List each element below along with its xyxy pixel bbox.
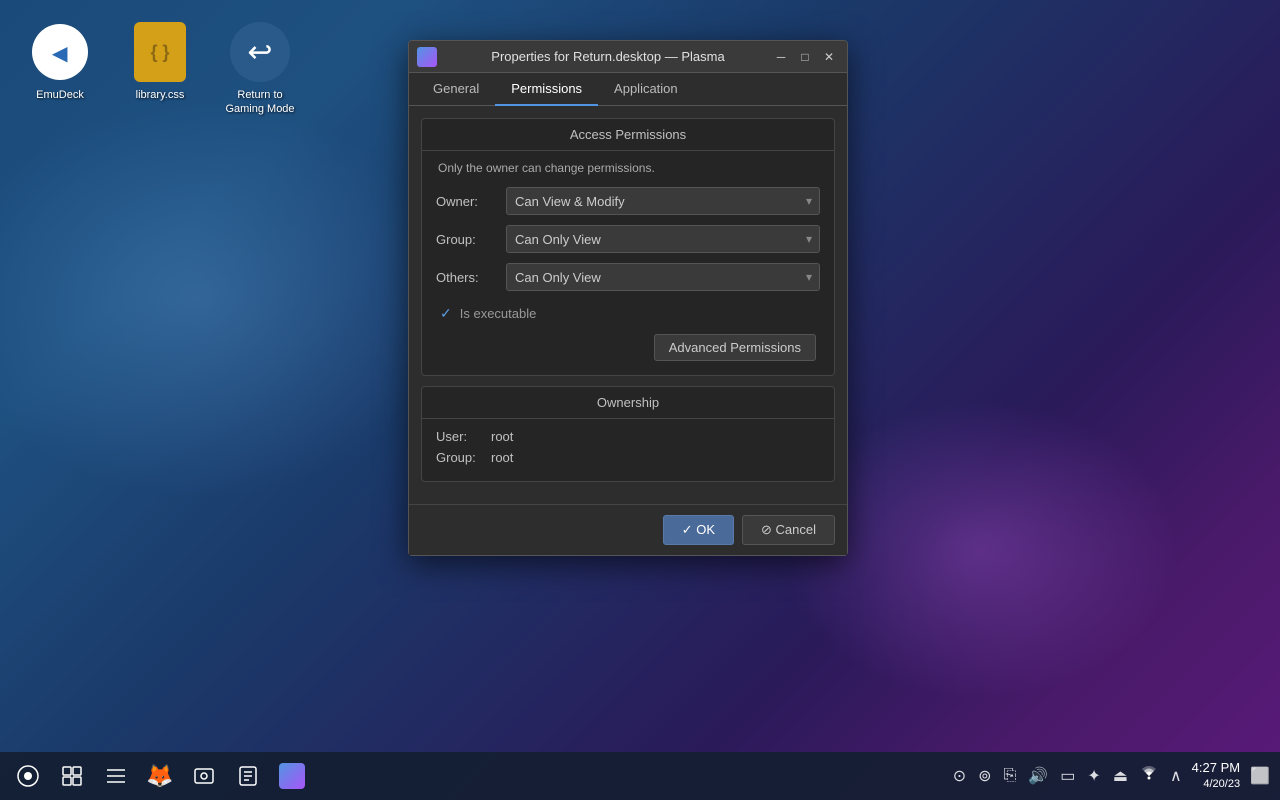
return-gaming-icon-shape: ↩ xyxy=(230,22,290,82)
others-permission-row: Others: Can View & Modify Can Only View … xyxy=(436,263,820,291)
taskbar-audio-settings-icon[interactable]: ⊚ xyxy=(976,764,993,788)
screenshot-icon xyxy=(193,765,215,787)
group-label: Group: xyxy=(436,232,506,247)
access-permissions-title: Access Permissions xyxy=(422,119,834,151)
dialog-tabs: General Permissions Application xyxy=(409,73,847,106)
dialog-title: Properties for Return.desktop — Plasma xyxy=(445,49,771,64)
taskbar-network-icon[interactable] xyxy=(1138,764,1160,787)
return-gaming-icon-image: ↩ xyxy=(228,20,292,84)
dialog-app-icon xyxy=(417,47,437,67)
library-css-icon-label: library.css xyxy=(136,88,185,102)
tab-application[interactable]: Application xyxy=(598,73,694,106)
ownership-panel: Ownership User: root Group: root xyxy=(421,386,835,482)
group-ownership-row: Group: root xyxy=(436,450,820,465)
group-permission-row: Group: Can View & Modify Can Only View F… xyxy=(436,225,820,253)
advanced-permissions-row: Advanced Permissions xyxy=(436,326,820,365)
ownership-title: Ownership xyxy=(422,387,834,419)
group-ownership-label: Group: xyxy=(436,450,491,465)
group-permission-select[interactable]: Can View & Modify Can Only View Forbidde… xyxy=(506,225,820,253)
taskbar-left: 🦊 xyxy=(8,756,312,796)
taskbar-clipboard-icon[interactable]: ⎘ xyxy=(1002,765,1019,787)
access-permissions-body: Only the owner can change permissions. O… xyxy=(422,151,834,375)
tab-permissions[interactable]: Permissions xyxy=(495,73,598,106)
group-select-wrapper: Can View & Modify Can Only View Forbidde… xyxy=(506,225,820,253)
desktop-icons-container: ◂ EmuDeck library.css ↩ Return toGaming … xyxy=(20,20,300,117)
taskbar: 🦊 ⊙ ⊚ ⎘ xyxy=(0,752,1280,800)
dialog-content: Access Permissions Only the owner can ch… xyxy=(409,106,847,504)
dialog-minimize-button[interactable]: ─ xyxy=(771,47,791,67)
dialog-buttons: ✓ OK ⊘ Cancel xyxy=(409,504,847,555)
taskbar-icon-files[interactable] xyxy=(96,756,136,796)
permissions-note: Only the owner can change permissions. xyxy=(436,161,820,175)
cancel-button[interactable]: ⊘ Cancel xyxy=(742,515,835,545)
taskbar-icon-screenshot[interactable] xyxy=(184,756,224,796)
taskbar-icon-plasma[interactable] xyxy=(272,756,312,796)
dialog-controls: ─ □ ✕ xyxy=(771,47,839,67)
properties-dialog: Properties for Return.desktop — Plasma ─… xyxy=(408,40,848,556)
dialog-close-button[interactable]: ✕ xyxy=(819,47,839,67)
taskbar-steam-sys-icon[interactable]: ⊙ xyxy=(951,764,968,788)
others-label: Others: xyxy=(436,270,506,285)
taskbar-bluetooth-icon[interactable]: ✦ xyxy=(1085,764,1102,788)
steam-icon xyxy=(16,764,40,788)
clock-time: 4:27 PM xyxy=(1192,759,1240,777)
network-wifi-icon xyxy=(1140,766,1158,780)
taskbar-usb-icon[interactable]: ⏏ xyxy=(1111,764,1130,788)
executable-row: ✓ Is executable xyxy=(440,301,820,326)
group-ownership-value: root xyxy=(491,450,513,465)
taskbar-battery-icon[interactable]: ▭ xyxy=(1058,764,1077,788)
ok-button[interactable]: ✓ OK xyxy=(663,515,734,545)
taskbar-clock[interactable]: 4:27 PM 4/20/23 xyxy=(1192,759,1240,793)
taskbar-icon-steam[interactable] xyxy=(8,756,48,796)
clock-date: 4/20/23 xyxy=(1192,777,1240,792)
taskbar-right: ⊙ ⊚ ⎘ 🔊 ▭ ✦ ⏏ ∧ 4:27 PM 4/20/23 ⬜ xyxy=(951,759,1272,793)
others-permission-select[interactable]: Can View & Modify Can Only View Forbidde… xyxy=(506,263,820,291)
notes-icon xyxy=(237,765,259,787)
dialog-titlebar: Properties for Return.desktop — Plasma ─… xyxy=(409,41,847,73)
executable-label: Is executable xyxy=(460,306,537,321)
advanced-permissions-button[interactable]: Advanced Permissions xyxy=(654,334,816,361)
discover-icon xyxy=(60,764,84,788)
executable-checkmark-icon: ✓ xyxy=(440,305,452,322)
others-select-wrapper: Can View & Modify Can Only View Forbidde… xyxy=(506,263,820,291)
dialog-maximize-button[interactable]: □ xyxy=(795,47,815,67)
taskbar-icon-discover[interactable] xyxy=(52,756,92,796)
owner-permission-row: Owner: Can View & Modify Can Only View F… xyxy=(436,187,820,215)
taskbar-volume-icon[interactable]: 🔊 xyxy=(1026,764,1050,788)
desktop: ◂ EmuDeck library.css ↩ Return toGaming … xyxy=(0,0,1280,800)
emudeck-icon-label: EmuDeck xyxy=(36,88,84,102)
owner-permission-select[interactable]: Can View & Modify Can Only View Forbidde… xyxy=(506,187,820,215)
return-gaming-icon-label: Return toGaming Mode xyxy=(225,88,294,117)
desktop-icon-library-css[interactable]: library.css xyxy=(120,20,200,117)
emudeck-icon-image: ◂ xyxy=(28,20,92,84)
owner-label: Owner: xyxy=(436,194,506,209)
user-ownership-label: User: xyxy=(436,429,491,444)
taskbar-icon-firefox[interactable]: 🦊 xyxy=(140,756,180,796)
ownership-body: User: root Group: root xyxy=(422,419,834,481)
taskbar-screen-icon[interactable]: ⬜ xyxy=(1248,764,1272,788)
library-css-icon-image xyxy=(128,20,192,84)
desktop-icon-emudeck[interactable]: ◂ EmuDeck xyxy=(20,20,100,117)
user-ownership-value: root xyxy=(491,429,513,444)
taskbar-icon-notes[interactable] xyxy=(228,756,268,796)
owner-select-wrapper: Can View & Modify Can Only View Forbidde… xyxy=(506,187,820,215)
access-permissions-panel: Access Permissions Only the owner can ch… xyxy=(421,118,835,376)
plasma-taskbar-icon xyxy=(279,763,305,789)
files-icon xyxy=(104,764,128,788)
user-ownership-row: User: root xyxy=(436,429,820,444)
desktop-icon-return-gaming[interactable]: ↩ Return toGaming Mode xyxy=(220,20,300,117)
library-css-icon-shape xyxy=(134,22,186,82)
taskbar-expand-icon[interactable]: ∧ xyxy=(1168,764,1184,788)
tab-general[interactable]: General xyxy=(417,73,495,106)
emudeck-icon-shape: ◂ xyxy=(32,24,88,80)
emudeck-icon-inner: ◂ xyxy=(32,24,88,80)
